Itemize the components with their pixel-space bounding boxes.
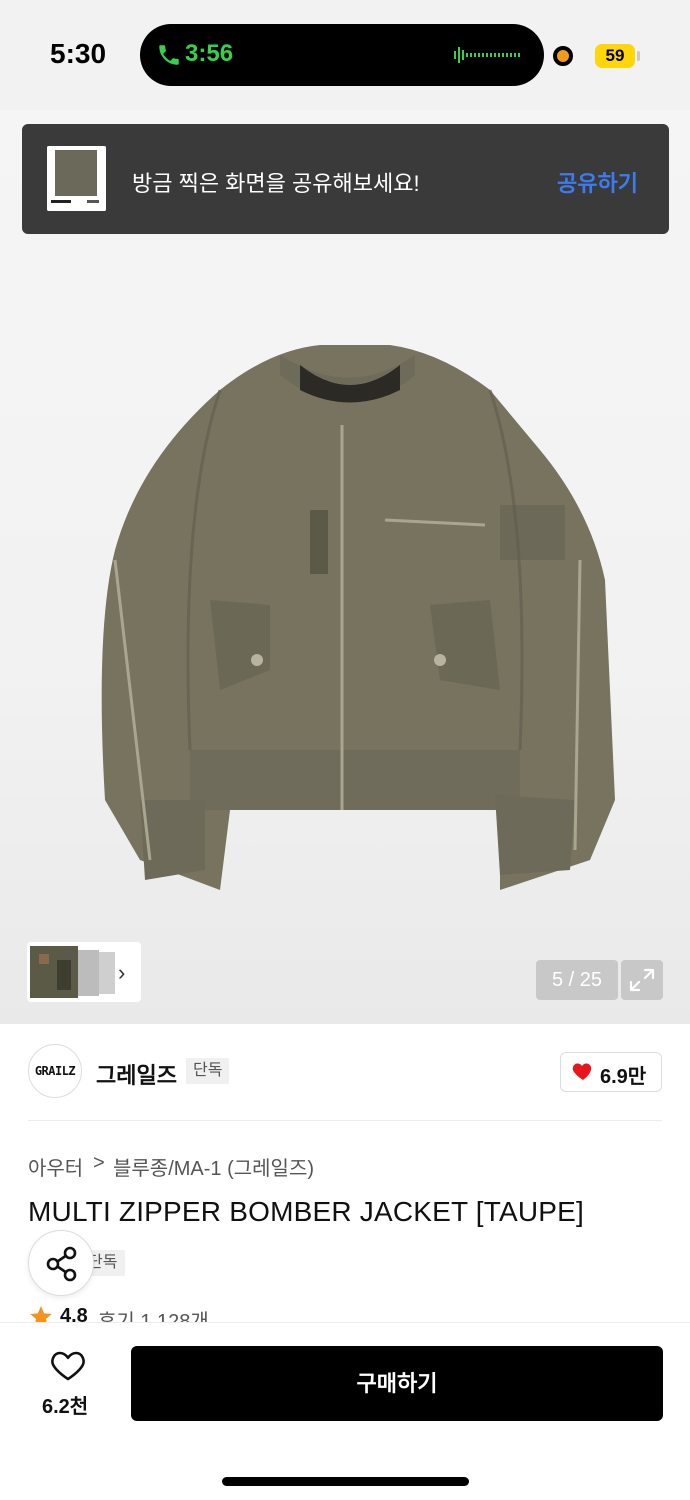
recording-indicator-icon [553,46,573,66]
chevron-right-icon[interactable]: › [118,960,125,986]
phone-icon [159,45,179,65]
toast-share-button[interactable]: 공유하기 [557,166,638,198]
share-icon [46,1246,77,1282]
exclusive-badge: 단독 [186,1058,230,1084]
expand-button[interactable] [621,960,663,1000]
call-duration: 3:56 [185,40,234,67]
breadcrumb-separator: > [93,1152,105,1174]
share-button[interactable] [28,1230,94,1296]
buy-button[interactable]: 구매하기 [131,1346,663,1421]
breadcrumb-subcategory[interactable]: 블루종/MA-1 (그레일즈) [113,1152,314,1181]
audio-waveform-icon [454,47,520,63]
battery-nub [637,51,640,61]
screenshot-preview-image [47,146,106,211]
status-time: 5:30 [50,38,107,69]
home-indicator[interactable] [222,1477,469,1486]
screenshot-thumbnail[interactable] [47,146,106,211]
brand-name[interactable]: 그레일즈 [96,1058,177,1090]
wishlist-count: 6.2천 [42,1396,89,1418]
image-counter: 5 / 25 [536,960,618,1000]
brand-like-count: 6.9만 [600,1066,647,1088]
divider [28,1120,662,1121]
product-image[interactable] [70,330,630,930]
battery-indicator: 59 [595,44,635,68]
heart-filled-icon [572,1063,592,1080]
brand-logo[interactable]: GRAILZ [28,1044,82,1098]
heart-outline-icon[interactable] [50,1348,86,1382]
toast-message: 방금 찍은 화면을 공유해보세요! [132,171,420,196]
breadcrumb-category[interactable]: 아우터 [28,1152,83,1181]
expand-icon [629,968,655,992]
product-title: MULTI ZIPPER BOMBER JACKET [TAUPE] [28,1196,584,1227]
